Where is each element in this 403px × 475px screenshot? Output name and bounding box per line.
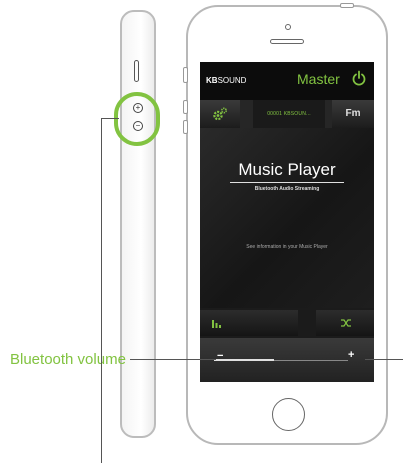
callout-line-to-slider <box>130 359 216 360</box>
phone-power-button <box>340 3 354 8</box>
volume-down-icon: − <box>133 121 143 131</box>
tab-settings[interactable] <box>200 100 240 128</box>
phone-volume-up <box>183 100 188 114</box>
phone-volume-down <box>183 120 188 134</box>
tab-fm[interactable]: Fm <box>332 100 374 128</box>
title-divider <box>230 182 344 183</box>
shuffle-button[interactable] <box>316 310 374 336</box>
music-player-panel: Music Player Bluetooth Audio Streaming S… <box>200 128 374 308</box>
brand-logo: KBSOUND <box>206 76 247 85</box>
page-subtitle: Bluetooth Audio Streaming <box>254 186 320 192</box>
home-button[interactable] <box>272 398 305 431</box>
earpiece-speaker <box>270 39 304 44</box>
page-title: Music Player <box>238 160 336 179</box>
volume-plus-icon[interactable]: + <box>348 349 354 361</box>
gear-icon <box>213 107 228 121</box>
tab-bar: 00001 KBSOUN... Fm <box>200 100 374 128</box>
shuffle-icon <box>341 319 351 327</box>
info-text: See information in your Music Player <box>246 244 328 250</box>
volume-slider[interactable]: − + <box>200 338 374 382</box>
app-screen: KBSOUND Master 00001 KBSOUN... Fm Music … <box>200 62 374 382</box>
callout-line-right <box>365 359 403 360</box>
volume-up-icon: + <box>133 103 143 113</box>
volume-minus-icon[interactable]: − <box>217 350 223 362</box>
callout-label: Bluetooth volume <box>10 351 126 368</box>
mute-switch <box>134 60 139 82</box>
callout-line-to-buttons <box>101 118 119 119</box>
callout-line-vertical <box>101 118 102 463</box>
phone-mute-switch <box>183 67 188 83</box>
volume-buttons-highlight <box>114 92 160 146</box>
bottom-bar <box>200 308 374 338</box>
equalizer-icon <box>212 320 221 328</box>
equalizer-button[interactable] <box>200 310 298 336</box>
power-icon[interactable] <box>352 70 366 86</box>
front-camera <box>285 24 291 30</box>
master-label: Master <box>297 71 340 87</box>
top-bar: KBSOUND Master <box>200 62 374 100</box>
tab-device[interactable]: 00001 KBSOUN... <box>253 100 325 128</box>
